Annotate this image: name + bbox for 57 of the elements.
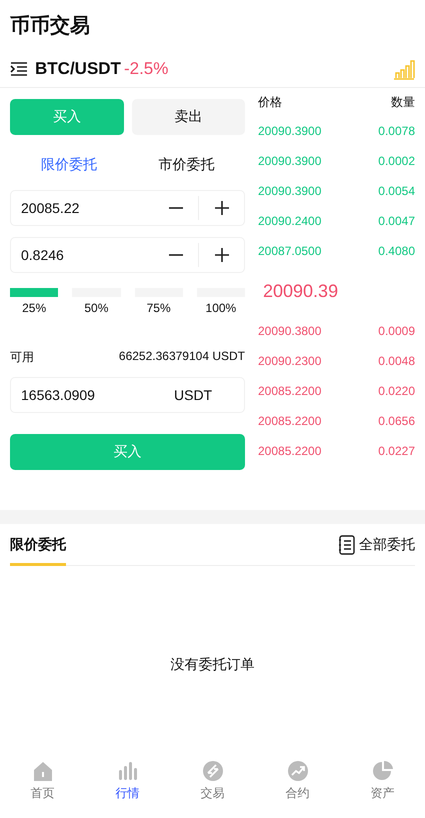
price-cell: 20090.3800	[258, 324, 322, 338]
available-balance: 66252.36379104 USDT	[118, 349, 245, 365]
price-cell: 20085.2200	[258, 414, 322, 428]
last-price: 20090.39	[263, 280, 338, 302]
price-field[interactable]: 20085.22	[10, 190, 245, 226]
percent-label: 25%	[22, 301, 46, 315]
nav-tab[interactable]: 行情	[85, 760, 170, 802]
amount-cell: 0.0048	[378, 354, 415, 368]
empty-message: 没有委托订单	[170, 656, 256, 674]
nav-tab[interactable]: 合约	[255, 760, 340, 802]
column-header: 价格	[258, 94, 282, 111]
plus-icon	[214, 201, 228, 215]
nav-tab[interactable]: 交易	[170, 760, 255, 802]
price-cell: 20090.3900	[258, 184, 322, 198]
amount-cell: 0.0047	[378, 214, 415, 228]
all-orders-link[interactable]: 全部委托	[338, 534, 415, 554]
price-cell: 20085.2200	[258, 444, 322, 458]
amount-cell: 0.0002	[378, 154, 415, 168]
price-change: -2.5%	[124, 58, 170, 78]
price-cell: 20090.2400	[258, 214, 322, 228]
order-type-tab[interactable]: 限价委托	[10, 155, 128, 175]
price-cell: 20087.0500	[258, 244, 322, 258]
percent-bar[interactable]	[10, 288, 58, 297]
side-tab[interactable]: 卖出	[132, 99, 245, 135]
bar-chart-icon	[116, 760, 138, 782]
percent-label: 100%	[206, 301, 236, 315]
orders-tab[interactable]: 限价委托	[10, 524, 66, 566]
menu-icon[interactable]	[10, 62, 28, 76]
percent-label: 50%	[84, 301, 108, 315]
amount-cell: 0.0054	[378, 184, 415, 198]
page-title: 币币交易	[9, 14, 91, 39]
amount-field[interactable]: 0.8246	[10, 237, 245, 273]
order-type-tab[interactable]: 市价委托	[128, 155, 245, 175]
amount-cell: 0.0656	[378, 414, 415, 428]
home-icon	[32, 760, 54, 782]
plus-icon	[214, 248, 228, 262]
amount-cell: 0.0009	[378, 324, 415, 338]
nav-tab[interactable]: 资产	[340, 760, 425, 802]
price-cell: 20090.2300	[258, 354, 322, 368]
amount-cell: 0.4080	[378, 244, 415, 258]
trend-icon	[286, 760, 308, 782]
price-cell: 20090.3900	[258, 154, 322, 168]
document-icon	[338, 534, 355, 554]
column-header: 数量	[391, 94, 415, 111]
amount-cell: 0.0220	[378, 384, 415, 398]
price-cell: 20085.2200	[258, 384, 322, 398]
bar-chart-icon[interactable]	[393, 58, 415, 80]
amount-cell: 0.0078	[378, 124, 415, 138]
available-label: 可用	[10, 349, 34, 366]
amount-cell: 0.0227	[378, 444, 415, 458]
percent-label: 75%	[146, 301, 171, 315]
total-field[interactable]: 16563.0909 USDT	[10, 377, 245, 413]
price-cell: 20090.3900	[258, 124, 322, 138]
pie-chart-icon	[372, 760, 394, 782]
pair-symbol: BTC/USDT	[35, 58, 121, 78]
exchange-icon	[202, 760, 224, 782]
nav-tab[interactable]: 首页	[0, 760, 85, 802]
